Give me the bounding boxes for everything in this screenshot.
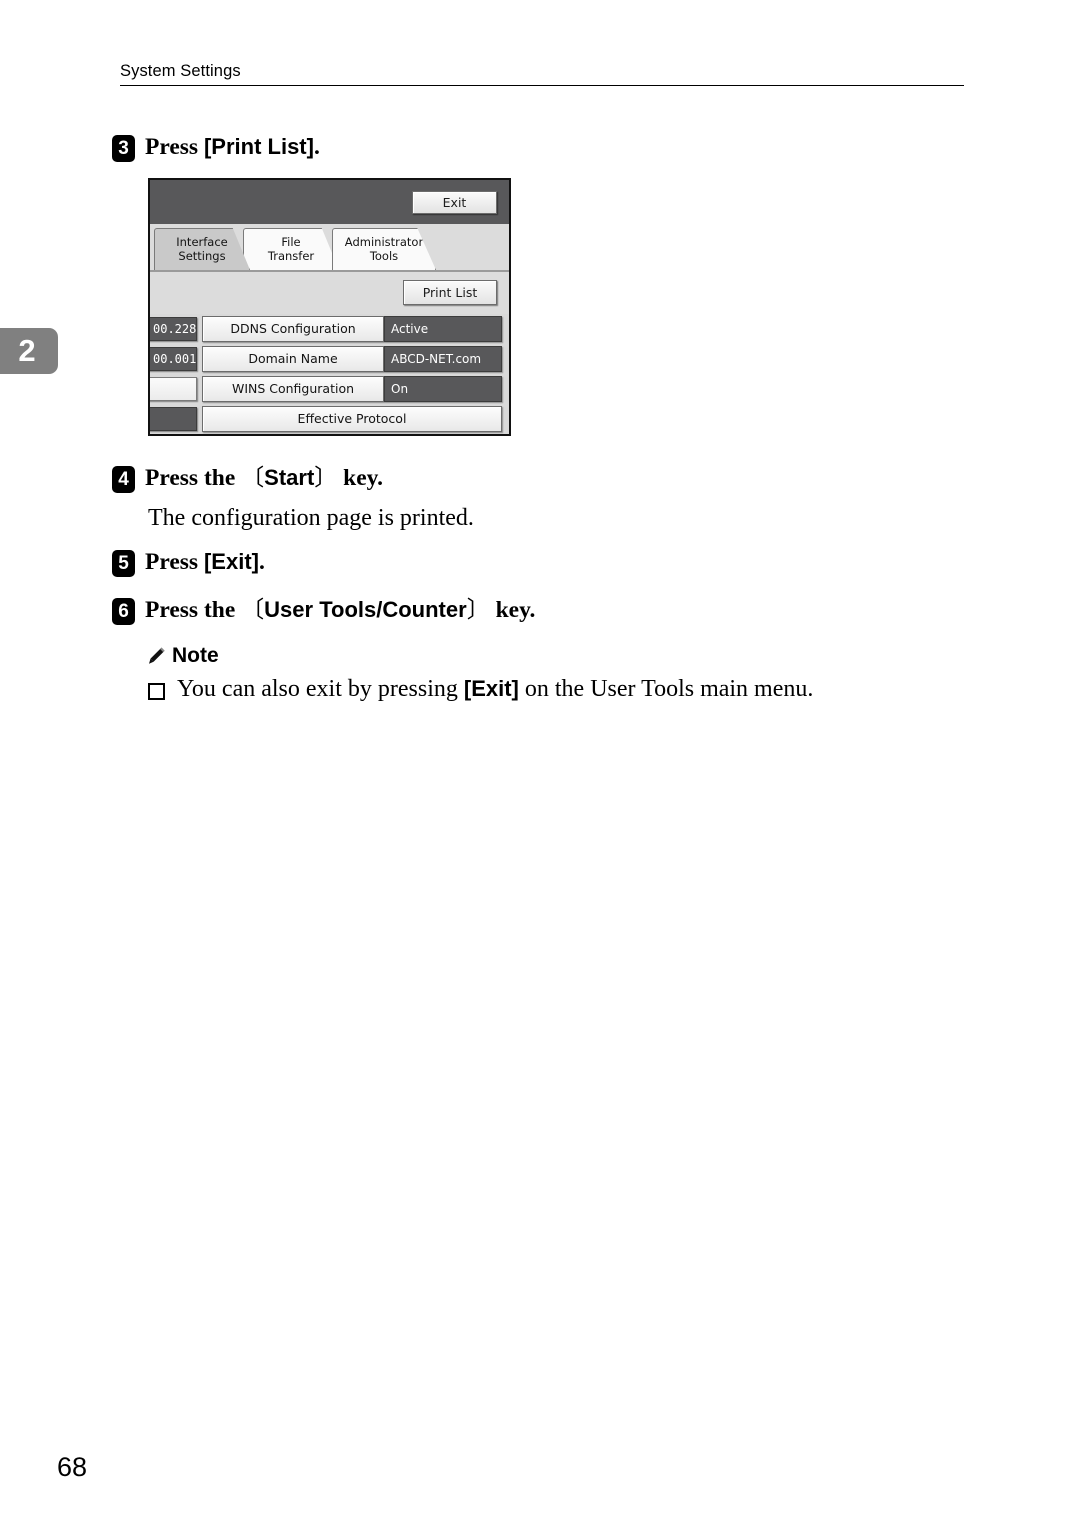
step-number-badge: 3 xyxy=(112,135,135,162)
step-number-badge: 6 xyxy=(112,598,135,625)
step-5-suffix: . xyxy=(258,549,265,575)
pencil-icon xyxy=(149,647,165,664)
lcd-left-chip-4[interactable] xyxy=(150,407,197,431)
step-3-softkey: [Print List] xyxy=(203,134,314,159)
step-4-hardkey-label: Start xyxy=(264,465,315,490)
step-3-suffix: . xyxy=(313,134,320,160)
lcd-row-value-wins-configuration[interactable]: On xyxy=(384,376,502,402)
lcd-row-label-wins-configuration[interactable]: WINS Configuration xyxy=(202,376,384,402)
lcd-left-chip-5[interactable] xyxy=(150,434,197,436)
lcd-left-chip-1[interactable]: 00.228 xyxy=(150,317,197,341)
lcd-tab-administrator-tools[interactable]: Administrator Tools xyxy=(332,228,436,270)
lcd-exit-button[interactable]: Exit xyxy=(412,191,497,214)
note-item-before: You can also exit by pressing xyxy=(177,676,464,702)
step-6-text: Press the 〔User Tools/Counter〕 key. xyxy=(145,596,535,624)
chapter-marker: 2 xyxy=(0,328,58,374)
lcd-row-effective-protocol: Effective Protocol xyxy=(150,404,509,434)
lcd-tab-file-transfer-line2: Transfer xyxy=(267,249,315,263)
step-5-prefix: Press xyxy=(145,549,204,575)
lcd-tab-file-transfer[interactable]: File Transfer xyxy=(243,228,339,270)
bracket-open-icon: 〔 xyxy=(241,465,265,491)
lcd-left-chip-2[interactable]: 00.001 xyxy=(150,347,197,371)
lcd-tab-interface-settings-line2: Settings xyxy=(178,249,226,263)
lcd-row-label-ddns-configuration[interactable]: DDNS Configuration xyxy=(202,316,384,342)
note-list-item: You can also exit by pressing [Exit] on … xyxy=(148,675,813,703)
step-3-text: Press [Print List]. xyxy=(145,133,320,161)
lcd-sub-toolbar: Print List xyxy=(150,272,509,314)
lcd-tab-strip: Interface Settings File Transfer Adminis… xyxy=(150,224,509,272)
note-item-text: You can also exit by pressing [Exit] on … xyxy=(177,675,813,703)
lcd-print-list-button[interactable]: Print List xyxy=(403,280,497,305)
hollow-square-bullet-icon xyxy=(148,683,165,700)
bracket-close-icon: 〕 xyxy=(314,465,338,491)
lcd-tab-administrator-tools-line1: Administrator xyxy=(344,235,424,249)
lcd-row-value-domain-name[interactable]: ABCD-NET.com xyxy=(384,346,502,372)
page-number: 68 xyxy=(57,1452,88,1482)
step-5-softkey: [Exit] xyxy=(203,549,259,574)
bracket-close-icon: 〕 xyxy=(466,597,490,623)
chapter-marker-number: 2 xyxy=(18,333,36,368)
note-label: Note xyxy=(172,644,219,667)
note-item-after: on the User Tools main menu. xyxy=(518,676,814,702)
lcd-settings-rows: 00.228 DDNS Configuration Active 00.001 … xyxy=(150,314,509,434)
step-6-prefix: Press the xyxy=(145,597,242,623)
step-4-prefix: Press the xyxy=(145,465,242,491)
step-4: 4 Press the 〔Start〕 key. xyxy=(112,464,383,493)
lcd-row-value-clipped[interactable] xyxy=(384,434,502,436)
result-text: The configuration page is printed. xyxy=(148,505,474,531)
step-6: 6 Press the 〔User Tools/Counter〕 key. xyxy=(112,596,535,625)
lcd-tab-file-transfer-line1: File xyxy=(281,235,301,249)
lcd-row-wins-configuration: WINS Configuration On xyxy=(150,374,509,404)
note-item-softkey: [Exit] xyxy=(463,676,519,701)
lcd-row-label-clipped[interactable] xyxy=(202,434,384,436)
lcd-tab-interface-settings-line1: Interface xyxy=(176,235,228,249)
running-header: System Settings xyxy=(120,62,964,86)
lcd-tab-administrator-tools-line2: Tools xyxy=(369,249,399,263)
lcd-tab-interface-settings[interactable]: Interface Settings xyxy=(154,228,250,270)
step-3-prefix: Press xyxy=(145,134,204,160)
lcd-row-label-effective-protocol[interactable]: Effective Protocol xyxy=(202,406,502,432)
lcd-row-label-domain-name[interactable]: Domain Name xyxy=(202,346,384,372)
step-3: 3 Press [Print List]. xyxy=(112,133,320,162)
header-rule xyxy=(120,85,964,86)
lcd-row-value-ddns-configuration[interactable]: Active xyxy=(384,316,502,342)
running-header-text: System Settings xyxy=(120,62,241,80)
step-6-hardkey: 〔User Tools/Counter〕 xyxy=(241,597,490,623)
step-5: 5 Press [Exit]. xyxy=(112,548,265,577)
step-6-hardkey-label: User Tools/Counter xyxy=(264,597,467,622)
lcd-left-chip-3[interactable] xyxy=(150,377,197,401)
lcd-row-clipped xyxy=(150,434,509,436)
bracket-open-icon: 〔 xyxy=(241,597,265,623)
lcd-top-bar: Exit xyxy=(150,180,509,224)
step-4-suffix: key. xyxy=(337,465,384,491)
step-4-hardkey: 〔Start〕 xyxy=(241,465,338,491)
step-4-text: Press the 〔Start〕 key. xyxy=(145,464,383,492)
step-number-badge: 4 xyxy=(112,466,135,493)
note-heading: Note xyxy=(146,645,219,667)
lcd-row-domain-name: 00.001 Domain Name ABCD-NET.com xyxy=(150,344,509,374)
step-6-suffix: key. xyxy=(489,597,536,623)
printer-lcd-screenshot: Exit Interface Settings File Transfer Ad… xyxy=(148,178,511,436)
step-5-text: Press [Exit]. xyxy=(145,548,265,576)
step-number-badge: 5 xyxy=(112,550,135,577)
lcd-row-ddns-configuration: 00.228 DDNS Configuration Active xyxy=(150,314,509,344)
